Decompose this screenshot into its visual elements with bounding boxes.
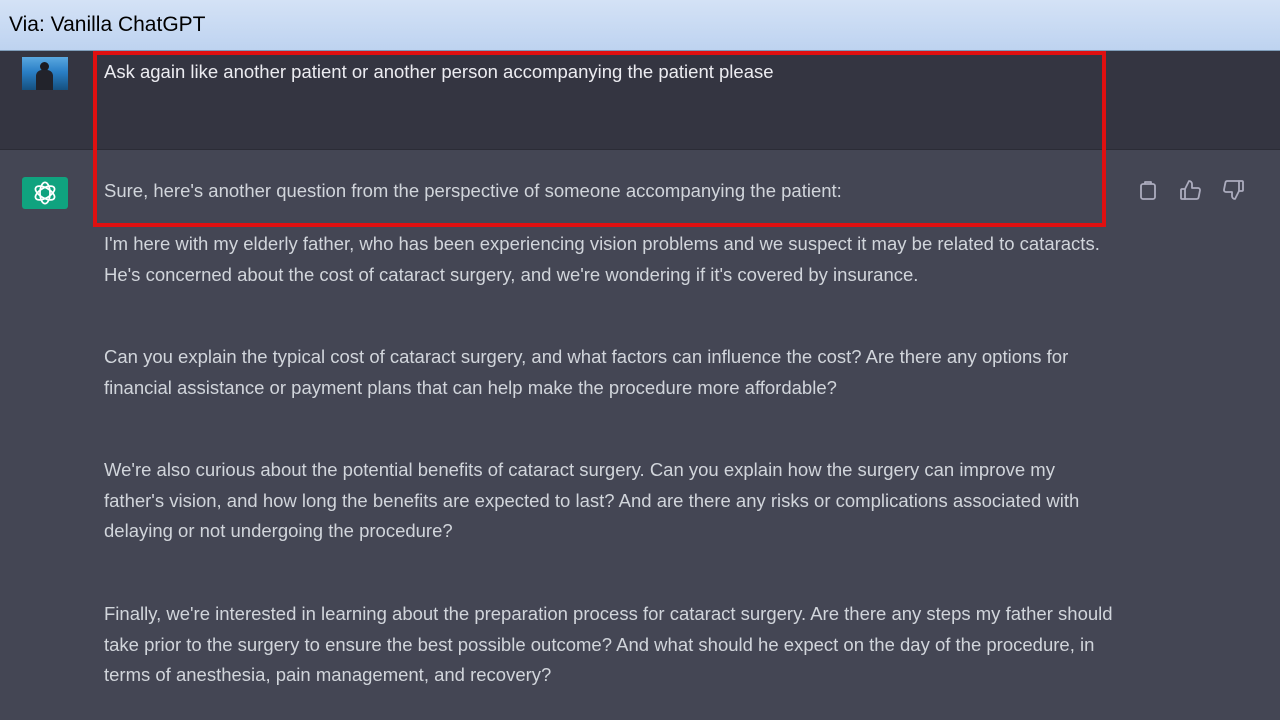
assistant-paragraph: Finally, we're interested in learning ab… xyxy=(104,603,1113,685)
message-actions xyxy=(1136,178,1248,202)
thumbs-down-icon[interactable] xyxy=(1222,178,1246,202)
user-avatar xyxy=(22,57,68,90)
assistant-paragraph-intro: Sure, here's another question from the p… xyxy=(104,180,842,201)
assistant-paragraph: Can you explain the typical cost of cata… xyxy=(104,346,1069,398)
caption-bar: Via: Vanilla ChatGPT xyxy=(0,0,1280,51)
copy-icon[interactable] xyxy=(1136,178,1160,202)
thumbs-up-icon[interactable] xyxy=(1178,178,1202,202)
assistant-paragraph: We're also curious about the potential b… xyxy=(104,459,1080,541)
user-message-text: Ask again like another patient or anothe… xyxy=(104,61,774,82)
openai-logo-icon xyxy=(22,177,68,209)
caption-text: Via: Vanilla ChatGPT xyxy=(9,13,206,36)
assistant-paragraph: I'm here with my elderly father, who has… xyxy=(104,233,1100,285)
avatar-figure-body xyxy=(36,70,53,90)
